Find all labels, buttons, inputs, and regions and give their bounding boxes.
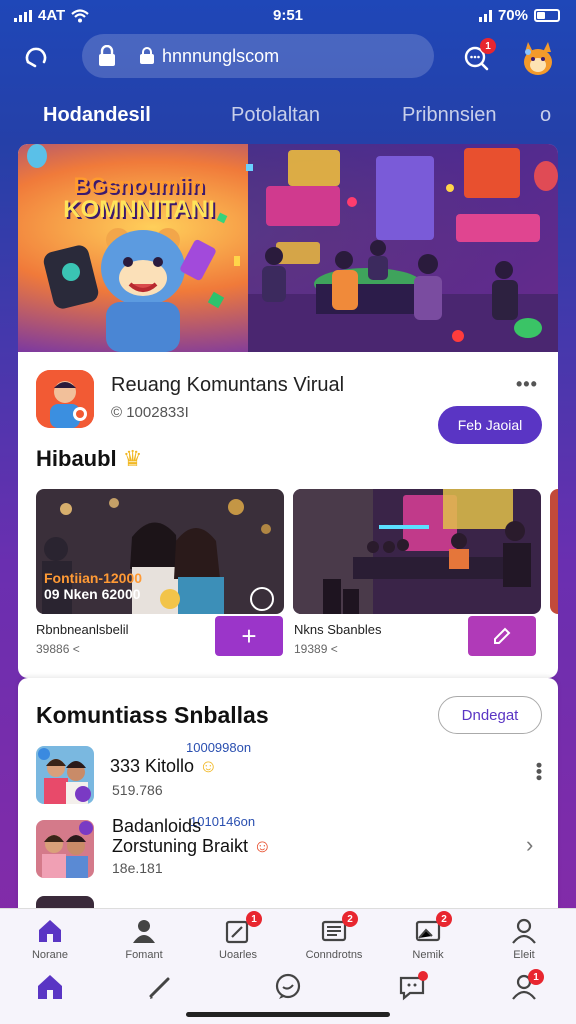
pen-icon — [149, 977, 170, 999]
hero-title-line1: BGsnoumiin — [73, 173, 205, 198]
hero-title: BGsnoumiin KOMNNITANI — [34, 174, 244, 222]
list-icon: 2 — [318, 911, 358, 947]
join-button[interactable]: Feb Jaoial — [438, 406, 542, 444]
communities-card: Komuntiass Snballas Dndegat 1000998on 33… — [18, 678, 558, 928]
nav-nemik[interactable]: 2 Nemik — [388, 911, 468, 961]
crown-icon: ♛ — [122, 446, 143, 471]
community-name: Reuang Komuntans Virual — [111, 374, 345, 396]
nav-label: Fomant — [125, 949, 163, 961]
emoji-icon: ☺ — [253, 836, 272, 856]
community-logo[interactable] — [36, 370, 94, 428]
nav-badge: 2 — [436, 911, 452, 927]
nav-uoarles[interactable]: 1 Uoarles — [198, 911, 278, 961]
gallery-section-title: Hibaubl ♛ — [36, 446, 143, 472]
overlay-line1: Fontiian-12000 — [44, 570, 143, 586]
person-icon — [128, 915, 160, 947]
community-thumbnail — [36, 820, 94, 878]
gallery-card-partial[interactable] — [550, 489, 558, 614]
tab-potolaltan[interactable]: Potolaltan — [231, 104, 320, 127]
home-icon — [38, 975, 62, 999]
list-item-meta: 1000998on — [186, 740, 252, 755]
nav-label: Nemik — [412, 949, 444, 961]
nav-badge: 1 — [246, 911, 262, 927]
list-item-count: 18e.181 — [112, 860, 163, 876]
notification-badge: 1 — [480, 38, 496, 54]
nav-label: Conndrotns — [305, 949, 363, 961]
see-all-button[interactable]: Dndegat — [438, 696, 542, 734]
more-options-button[interactable]: ••• — [516, 374, 538, 395]
home-indicator — [186, 1012, 390, 1017]
site-lock-icon — [138, 47, 156, 65]
header: hnnnunglscom 1 — [0, 32, 576, 82]
nav-conndrotns[interactable]: 2 Conndrotns — [294, 911, 374, 961]
nav-label: Eleit — [513, 949, 535, 961]
edit-button[interactable] — [468, 616, 536, 656]
nav-label: Norane — [31, 949, 69, 961]
status-right: 70% — [478, 7, 560, 24]
nav-badge: 2 — [342, 911, 358, 927]
messages-tab-button[interactable] — [392, 969, 432, 1005]
battery-icon — [534, 9, 560, 22]
community-member-count: © 1002833I — [111, 404, 189, 421]
profile-icon — [508, 915, 540, 947]
profile-tab-button[interactable]: 1 — [504, 969, 544, 1005]
pencil-icon — [494, 627, 511, 644]
url-bar[interactable]: hnnnunglscom — [82, 34, 434, 78]
gallery-card-sub: 19389 < — [294, 642, 338, 656]
nav-home[interactable]: Norane — [10, 915, 90, 961]
hero-title-line2: KOMNNITANI — [63, 196, 215, 224]
community-card: BGsnoumiin KOMNNITANI Reuang Komuntans V… — [18, 144, 558, 678]
notification-button[interactable]: 1 — [458, 38, 496, 76]
emoji-icon: ☺ — [199, 756, 218, 776]
tab-pribnnsien[interactable]: Pribnnsien — [402, 104, 497, 127]
chevron-right-icon[interactable]: › — [526, 832, 533, 858]
tab-hodandesil[interactable]: Hodandesil — [43, 104, 151, 127]
hero-banner[interactable]: BGsnoumiin KOMNNITANI — [18, 144, 558, 352]
tab-overflow[interactable]: o — [540, 104, 551, 127]
nav-eleit[interactable]: Eleit — [484, 915, 564, 961]
home-icon — [34, 915, 66, 947]
pen-tab-button[interactable] — [140, 969, 180, 1005]
overlay-line2: 09 Nken 62000 — [44, 586, 141, 602]
list-item[interactable]: 1010146on Badanloids Zorstuning Braikt ☺… — [18, 814, 558, 890]
status-bar: 4AT 9:51 70% — [0, 0, 576, 32]
lock-icon — [96, 45, 118, 67]
profile-badge: 1 — [528, 969, 544, 985]
plus-icon: + — [241, 620, 257, 651]
gallery-overlay: Fontiian-12000 09 Nken 62000 — [44, 570, 142, 602]
list-item-subtitle: Zorstuning Braikt ☺ — [112, 836, 272, 856]
community-thumbnail — [36, 746, 94, 804]
chat-tab-button[interactable] — [268, 969, 308, 1005]
image-icon: 2 — [412, 911, 452, 947]
refresh-button[interactable] — [18, 40, 54, 76]
home-tab-button[interactable] — [30, 969, 70, 1005]
item-menu-button[interactable]: ••• — [528, 762, 549, 781]
battery-percent: 70% — [497, 7, 528, 24]
gallery-card-sub: 39886 < — [36, 642, 80, 656]
gallery-card-title: Rbnbneanlsbelil — [36, 622, 129, 637]
gallery-photo-room — [293, 489, 541, 614]
gallery-card[interactable]: Fontiian-12000 09 Nken 62000 — [36, 489, 284, 614]
cell-signal-icon — [478, 9, 492, 22]
list-item-title: Badanloids — [112, 816, 202, 836]
list-item-title: 333 Kitollo ☺ — [110, 756, 218, 776]
nav-fomant[interactable]: Fomant — [104, 915, 184, 961]
nav-label: Uoarles — [219, 949, 257, 961]
category-tabs: Hodandesil Potolaltan Pribnnsien o — [0, 92, 576, 138]
gallery-card-title: Nkns Sbanbles — [294, 622, 382, 637]
add-button[interactable]: + — [215, 616, 283, 656]
communities-title: Komuntiass Snballas — [36, 702, 269, 728]
refresh-icon — [25, 47, 47, 68]
list-item-count: 519.786 — [112, 782, 163, 798]
bottom-navigation: Norane Fomant 1 Uoarles 2 Conndrotns 2 N… — [0, 908, 576, 1024]
gallery-card[interactable] — [293, 489, 541, 614]
gallery-title-text: Hibaubl — [36, 446, 117, 471]
url-text: hnnnunglscom — [162, 45, 280, 66]
edit-icon: 1 — [222, 911, 262, 947]
mascot-avatar[interactable] — [520, 38, 556, 76]
chat-icon — [275, 973, 301, 999]
list-item[interactable]: 1000998on 333 Kitollo ☺ 519.786 ••• — [18, 740, 558, 816]
message-dot — [418, 971, 428, 981]
